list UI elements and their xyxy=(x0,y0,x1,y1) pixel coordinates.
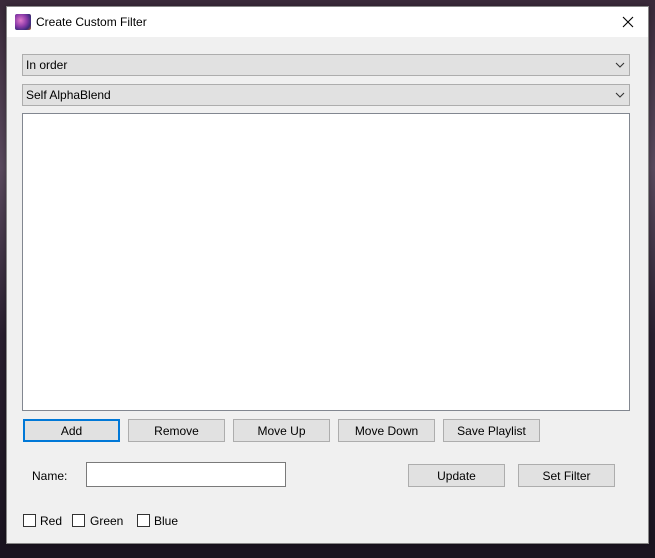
title-bar: Create Custom Filter xyxy=(7,7,648,37)
save-playlist-button[interactable]: Save Playlist xyxy=(443,419,540,442)
green-checkbox-label: Green xyxy=(90,514,124,528)
move-up-button[interactable]: Move Up xyxy=(233,419,330,442)
filter-list[interactable] xyxy=(22,113,630,411)
blend-mode-combobox-value: Self AlphaBlend xyxy=(26,88,111,102)
close-button[interactable] xyxy=(608,7,648,37)
green-checkbox[interactable] xyxy=(72,514,85,527)
chevron-down-icon xyxy=(615,62,625,68)
remove-button[interactable]: Remove xyxy=(128,419,225,442)
add-button[interactable]: Add xyxy=(23,419,120,442)
name-label: Name: xyxy=(32,469,68,483)
set-filter-button[interactable]: Set Filter xyxy=(518,464,615,487)
blue-checkbox[interactable] xyxy=(137,514,150,527)
update-button[interactable]: Update xyxy=(408,464,505,487)
chevron-down-icon xyxy=(615,92,625,98)
create-custom-filter-dialog: Create Custom Filter In order Self Alpha… xyxy=(6,6,649,544)
red-checkbox[interactable] xyxy=(23,514,36,527)
blend-mode-combobox[interactable]: Self AlphaBlend xyxy=(22,84,630,106)
order-combobox-value: In order xyxy=(26,58,68,72)
blue-checkbox-label: Blue xyxy=(154,514,179,528)
app-icon xyxy=(15,14,31,30)
close-icon xyxy=(622,16,634,28)
name-input[interactable] xyxy=(86,462,286,487)
order-combobox[interactable]: In order xyxy=(22,54,630,76)
red-checkbox-label: Red xyxy=(40,514,63,528)
window-title: Create Custom Filter xyxy=(36,15,147,29)
move-down-button[interactable]: Move Down xyxy=(338,419,435,442)
